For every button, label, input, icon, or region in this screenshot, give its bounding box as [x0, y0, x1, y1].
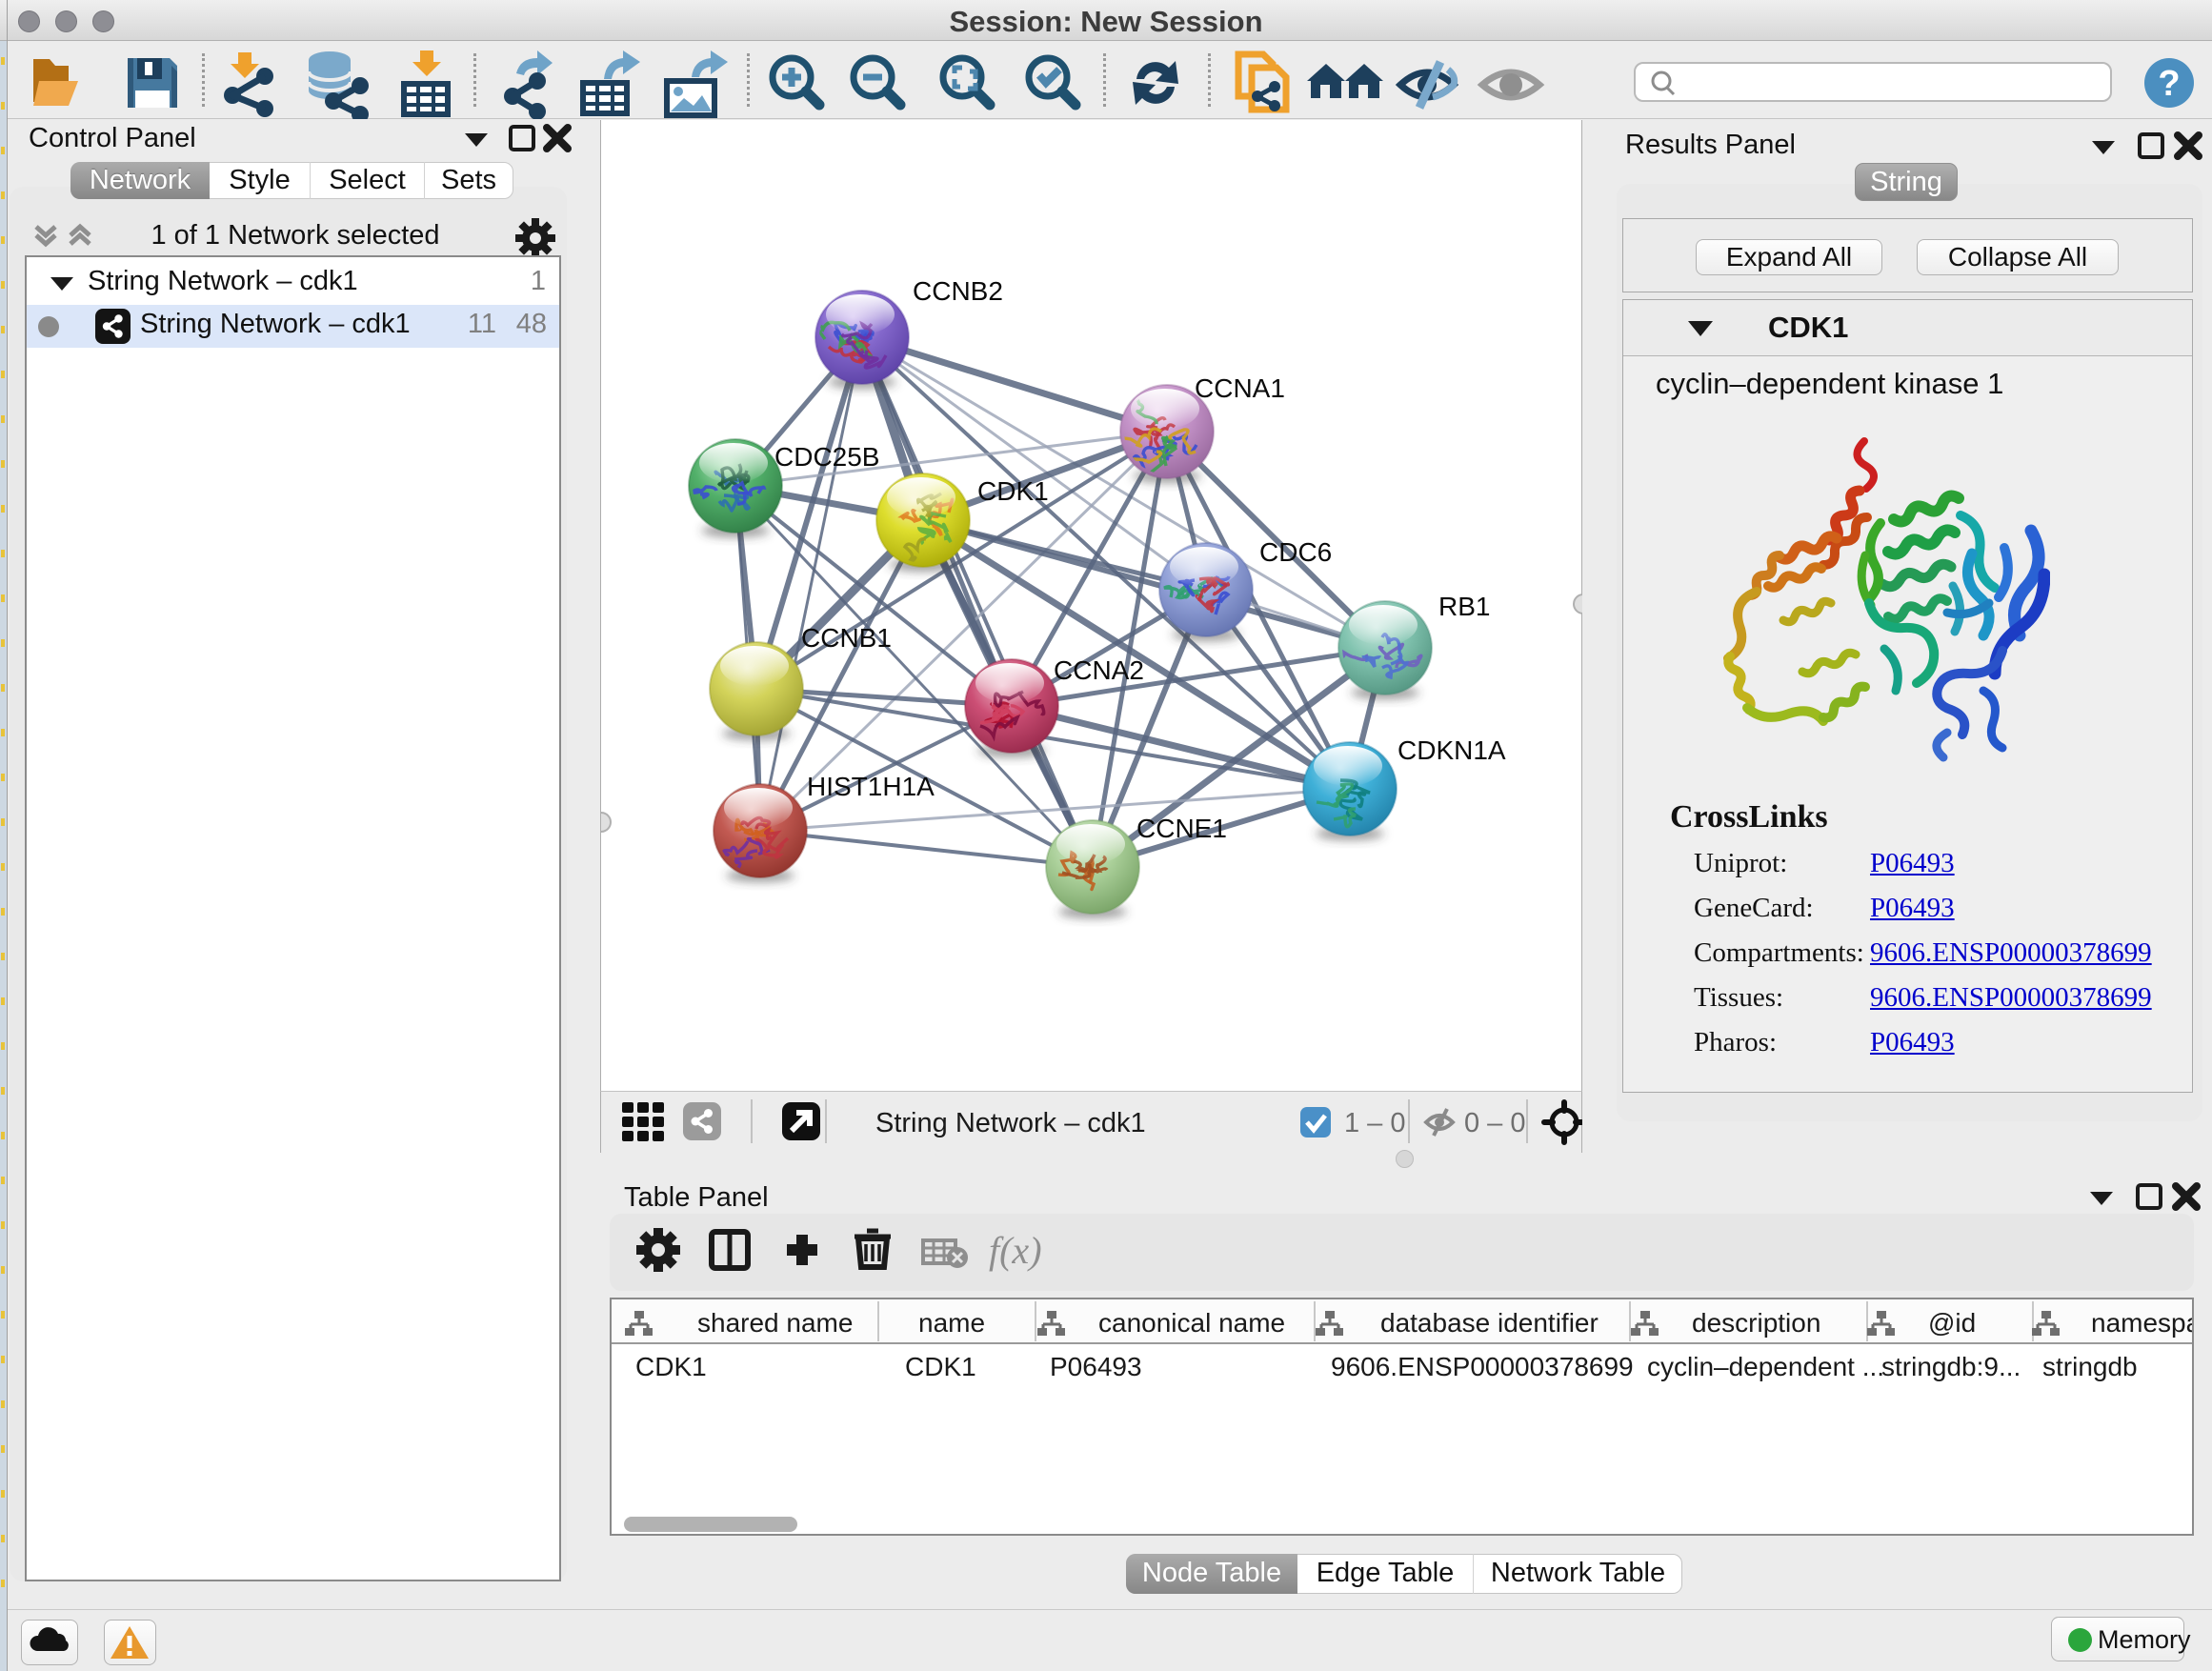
svg-text:CCNA1: CCNA1: [1195, 373, 1285, 403]
svg-text:database identifier: database identifier: [1380, 1308, 1599, 1338]
svg-text:CCNB2: CCNB2: [913, 276, 1003, 306]
svg-text:namespace: namespace: [2091, 1308, 2192, 1338]
svg-text:f(x): f(x): [989, 1229, 1042, 1272]
svg-text:shared name: shared name: [697, 1308, 853, 1338]
svg-text:CCNB1: CCNB1: [801, 623, 892, 653]
svg-text:CCNA2: CCNA2: [1054, 655, 1144, 685]
svg-text:stringdb: stringdb: [2042, 1352, 2138, 1381]
svg-text:canonical name: canonical name: [1098, 1308, 1285, 1338]
svg-text:?: ?: [2158, 64, 2180, 104]
svg-text:CDKN1A: CDKN1A: [1398, 735, 1506, 765]
svg-text:CDC25B: CDC25B: [774, 442, 879, 472]
svg-text:description: description: [1692, 1308, 1820, 1338]
svg-text:CDK1: CDK1: [977, 476, 1049, 506]
svg-text:String Network – cdk1: String Network – cdk1: [875, 1108, 1146, 1138]
svg-text:CDK1: CDK1: [905, 1352, 976, 1381]
svg-text:P06493: P06493: [1050, 1352, 1142, 1381]
svg-text:0 – 0: 0 – 0: [1464, 1108, 1526, 1138]
svg-text:9606.ENSP00000378699: 9606.ENSP00000378699: [1331, 1352, 1634, 1381]
svg-text:name: name: [918, 1308, 985, 1338]
svg-text:@id: @id: [1928, 1308, 1976, 1338]
svg-text:CDK1: CDK1: [635, 1352, 707, 1381]
svg-text:cyclin–dependent ...: cyclin–dependent ...: [1647, 1352, 1884, 1381]
svg-text:CDC6: CDC6: [1259, 537, 1332, 567]
svg-text:CCNE1: CCNE1: [1136, 814, 1227, 843]
svg-text:stringdb:9...: stringdb:9...: [1881, 1352, 2021, 1381]
svg-text:HIST1H1A: HIST1H1A: [807, 772, 935, 801]
svg-text:RB1: RB1: [1438, 592, 1490, 621]
svg-text:1 – 0: 1 – 0: [1344, 1108, 1406, 1138]
